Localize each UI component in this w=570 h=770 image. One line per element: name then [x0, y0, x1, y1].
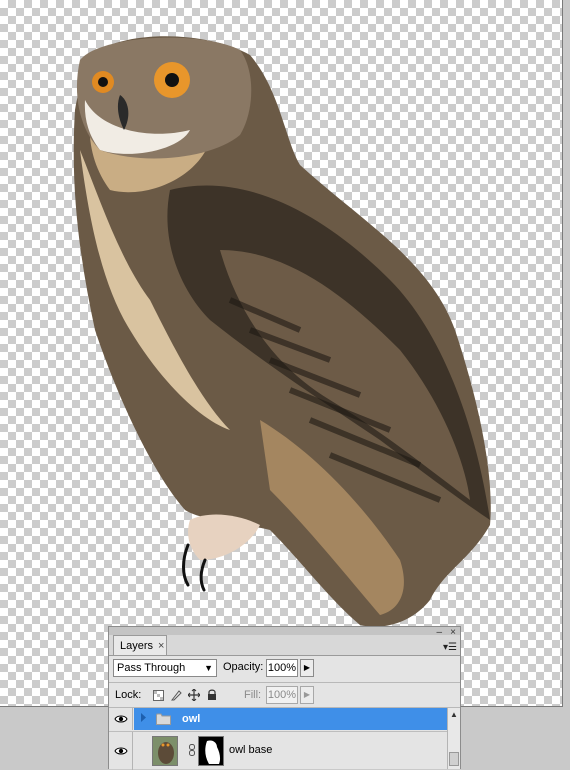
close-panel-icon[interactable]: ×: [450, 628, 456, 638]
layers-scrollbar[interactable]: ▲: [447, 708, 460, 769]
lock-paint-icon[interactable]: [169, 688, 183, 702]
fill-label: Fill:: [244, 689, 262, 701]
panel-body: Pass Through ▼ Opacity: 100% ▶ Lock: Fil…: [109, 655, 460, 770]
minimize-icon[interactable]: –: [436, 628, 442, 638]
lock-label: Lock:: [115, 689, 142, 701]
lock-transparent-icon[interactable]: [151, 688, 165, 702]
visibility-toggle[interactable]: [109, 708, 133, 730]
lock-all-icon[interactable]: [205, 688, 219, 702]
fill-field[interactable]: 100%: [266, 686, 298, 704]
lock-move-icon[interactable]: [187, 688, 201, 702]
layer-mask-thumbnail[interactable]: [198, 736, 224, 766]
scroll-up-icon[interactable]: ▲: [450, 710, 458, 719]
document-canvas[interactable]: [0, 0, 563, 707]
tab-close-icon[interactable]: ×: [158, 640, 164, 652]
visibility-toggle[interactable]: [109, 732, 133, 770]
panel-menu-icon[interactable]: ▾☰: [443, 642, 457, 653]
panel-title-bar[interactable]: – ×: [109, 627, 460, 638]
tab-label: Layers: [120, 639, 154, 652]
scroll-thumb[interactable]: [449, 752, 459, 766]
layer-row-owl-group[interactable]: owl: [109, 708, 447, 730]
layer-name[interactable]: owl base: [229, 744, 272, 756]
divider: [109, 682, 460, 683]
chain-link-icon[interactable]: [189, 744, 195, 759]
expand-arrow-icon[interactable]: [140, 713, 147, 725]
layer-name[interactable]: owl: [182, 713, 200, 725]
blend-mode-value: Pass Through: [117, 662, 186, 674]
group-layer-content[interactable]: owl: [134, 708, 447, 730]
dropdown-arrow-icon: ▼: [204, 663, 213, 673]
owl-image: [73, 36, 491, 627]
layer-row-owl-base[interactable]: owl base: [109, 731, 447, 770]
eye-icon: [113, 715, 128, 723]
layers-list: owl owl base: [109, 708, 447, 770]
layers-panel: – × Layers × ▾☰ Pass Through ▼ Opacity: …: [108, 626, 461, 770]
tab-layers[interactable]: Layers ×: [113, 635, 167, 655]
folder-icon: [156, 713, 171, 728]
opacity-label: Opacity:: [223, 661, 264, 673]
layer-thumbnail[interactable]: [152, 736, 178, 766]
eye-icon: [113, 747, 128, 755]
opacity-slider-arrow-icon[interactable]: ▶: [300, 659, 314, 677]
blend-mode-select[interactable]: Pass Through ▼: [113, 659, 217, 677]
opacity-field[interactable]: 100%: [266, 659, 298, 677]
fill-slider-arrow-icon[interactable]: ▶: [300, 686, 314, 704]
